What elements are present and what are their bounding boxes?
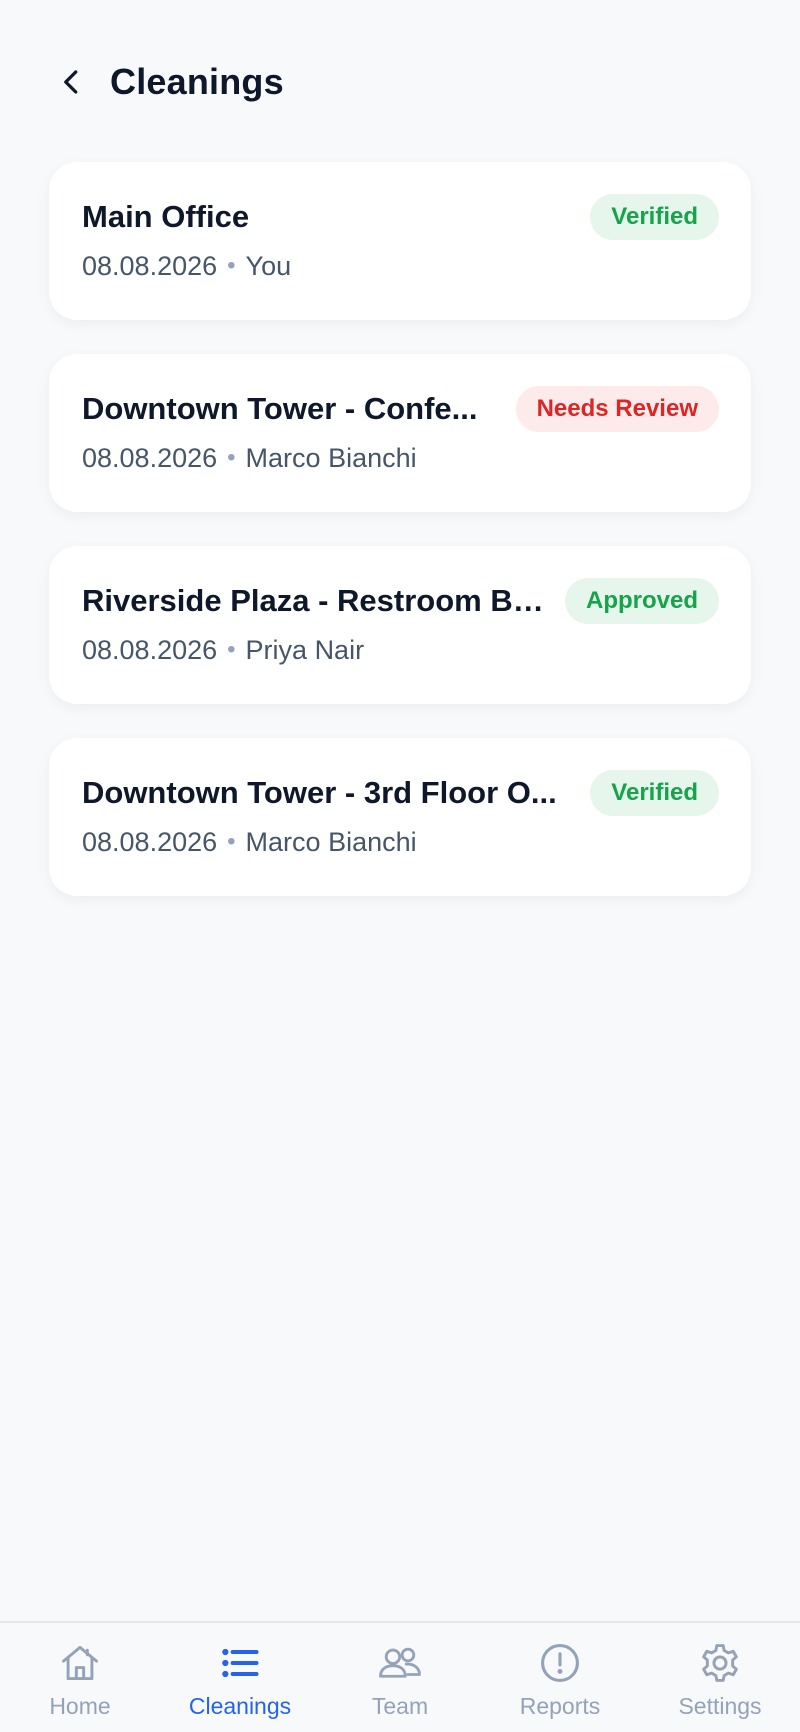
cleaning-date: 08.08.2026 (82, 250, 218, 281)
cleaning-date: 08.08.2026 (82, 826, 218, 857)
cleaning-title: Riverside Plaza - Restroom Bl... (82, 583, 548, 618)
nav-item-settings[interactable]: Settings (640, 1623, 800, 1732)
status-badge: Needs Review (515, 386, 719, 432)
separator-dot: • (227, 444, 236, 471)
nav-item-home[interactable]: Home (0, 1623, 160, 1732)
nav-item-cleanings[interactable]: Cleanings (160, 1623, 320, 1732)
nav-label-cleanings: Cleanings (188, 1693, 292, 1719)
cleaning-title: Downtown Tower - 3rd Floor O... (82, 775, 557, 810)
status-badge: Verified (590, 770, 719, 816)
bottom-nav: Home Cleanings Team Reports Settings (0, 1621, 800, 1732)
cleaning-date: 08.08.2026 (82, 634, 218, 665)
status-badge: Verified (590, 194, 719, 240)
nav-label-team: Team (371, 1693, 429, 1719)
cleanings-list: Main Office Verified 08.08.2026 • You Do… (49, 162, 751, 930)
cleaning-person: Marco Bianchi (245, 826, 417, 857)
nav-label-reports: Reports (519, 1693, 601, 1719)
users-icon (379, 1647, 421, 1678)
separator-dot: • (227, 636, 236, 663)
home-icon (62, 1645, 98, 1681)
cleaning-card[interactable]: Riverside Plaza - Restroom Bl... Approve… (49, 546, 751, 704)
cleaning-date: 08.08.2026 (82, 442, 218, 473)
chevron-left-icon (64, 70, 78, 94)
cleaning-title: Main Office (82, 199, 250, 234)
cleaning-card[interactable]: Main Office Verified 08.08.2026 • You (49, 162, 751, 320)
nav-item-team[interactable]: Team (320, 1623, 480, 1732)
cleaning-title: Downtown Tower - Confe... (82, 391, 478, 426)
cleaning-person: You (245, 250, 292, 281)
cleaning-person: Priya Nair (245, 634, 365, 665)
nav-label-settings: Settings (678, 1693, 762, 1719)
cleaning-card[interactable]: Downtown Tower - Confe... Needs Review 0… (49, 354, 751, 512)
cleaning-person: Marco Bianchi (245, 442, 417, 473)
separator-dot: • (227, 828, 236, 855)
nav-label-home: Home (49, 1693, 111, 1719)
nav-item-reports[interactable]: Reports (480, 1623, 640, 1732)
gear-icon (702, 1644, 738, 1682)
status-badge: Approved (564, 578, 719, 624)
alert-circle-icon (541, 1644, 579, 1682)
cleaning-card[interactable]: Downtown Tower - 3rd Floor O... Verified… (49, 738, 751, 896)
list-icon (222, 1648, 259, 1678)
separator-dot: • (227, 252, 236, 279)
page-title: Cleanings (110, 61, 284, 102)
back-button[interactable] (50, 60, 94, 104)
app-header: Cleanings (50, 52, 284, 112)
